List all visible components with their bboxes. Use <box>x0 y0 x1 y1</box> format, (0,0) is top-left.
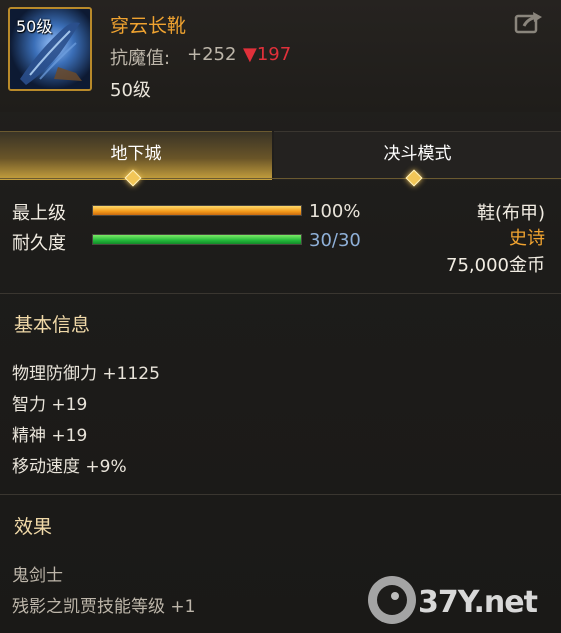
resist-diff: ▼197 <box>243 44 292 65</box>
divider <box>0 293 561 294</box>
mode-tabs: 地下城 决斗模式 <box>0 131 561 180</box>
stat-line: 智力 +19 <box>12 395 88 415</box>
divider <box>0 494 561 495</box>
stat-line: 精神 +19 <box>12 426 88 446</box>
grade-bar-fill <box>93 206 301 215</box>
effect-line: 残影之凯贾技能等级 +1 <box>12 597 196 617</box>
watermark-text: 37Y.net <box>418 585 538 620</box>
item-tooltip-panel: 50级 穿云长靴 抗魔值: +252 ▼197 50级 地下城 决斗模式 最上级… <box>0 0 561 633</box>
durability-bar <box>92 234 302 245</box>
item-header: 50级 穿云长靴 抗魔值: +252 ▼197 50级 <box>0 0 561 112</box>
share-icon[interactable] <box>514 10 544 34</box>
durability-bar-fill <box>93 235 301 244</box>
durability-label: 耐久度 <box>12 233 66 254</box>
item-type: 鞋(布甲) <box>476 203 545 224</box>
effect-line: 鬼剑士 <box>12 566 63 586</box>
stat-line: 物理防御力 +1125 <box>12 364 160 384</box>
grade-label: 最上级 <box>12 203 66 224</box>
resist-value: +252 <box>187 44 237 65</box>
item-icon: 50级 <box>8 7 92 91</box>
effects-title: 效果 <box>14 516 53 538</box>
item-name: 穿云长靴 <box>110 15 187 37</box>
tab-underline <box>0 178 561 179</box>
item-level-badge: 50级 <box>16 17 53 36</box>
item-rarity: 史诗 <box>509 228 545 249</box>
grade-value: 100% <box>309 201 361 222</box>
grade-bar <box>92 205 302 216</box>
durability-value: 30/30 <box>309 230 361 251</box>
stat-line: 移动速度 +9% <box>12 457 127 477</box>
resist-label: 抗魔值: <box>110 48 171 69</box>
basic-info-title: 基本信息 <box>14 314 91 336</box>
required-level: 50级 <box>110 80 151 101</box>
item-price: 75,000金币 <box>446 255 545 276</box>
